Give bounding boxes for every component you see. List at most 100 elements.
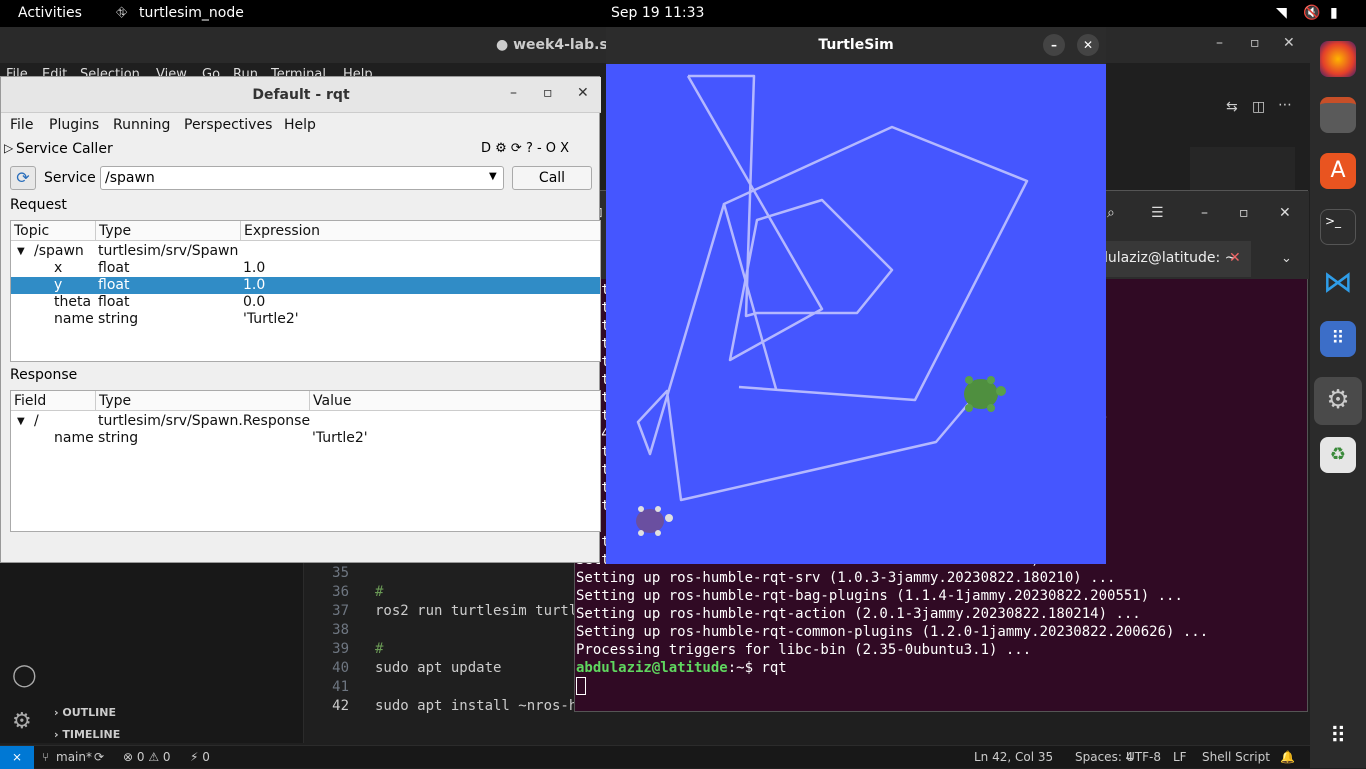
- row-type: float: [98, 294, 130, 310]
- cursor-position[interactable]: Ln 42, Col 35: [974, 750, 1053, 764]
- grid-app-icon[interactable]: ⠿: [1320, 321, 1356, 357]
- table-row[interactable]: name string 'Turtle2': [11, 430, 600, 447]
- rqt-window: Default - rqt – ▫ ✕ File Plugins Running…: [0, 76, 601, 563]
- chevron-down-icon[interactable]: ⌄: [1281, 251, 1292, 266]
- minimize-icon[interactable]: –: [510, 85, 517, 101]
- sync-icon[interactable]: ⟳: [94, 750, 104, 764]
- table-row[interactable]: theta float 0.0: [11, 294, 600, 311]
- prompt-user: abdulaziz@latitude: [576, 660, 728, 676]
- column-header[interactable]: Type: [96, 391, 310, 411]
- activities-button[interactable]: Activities: [18, 5, 82, 21]
- close-icon[interactable]: ✕: [1077, 34, 1099, 56]
- search-icon[interactable]: ⌕: [1107, 205, 1115, 221]
- collapse-icon[interactable]: ▼: [17, 243, 25, 260]
- clock[interactable]: Sep 19 11:33: [611, 5, 704, 21]
- turtle-canvas[interactable]: [606, 64, 1106, 564]
- line-number: 35: [332, 565, 349, 581]
- close-icon[interactable]: ✕: [1279, 205, 1291, 221]
- call-button[interactable]: Call: [512, 166, 592, 190]
- show-apps-icon[interactable]: ⠿: [1320, 719, 1356, 755]
- plugin-controls[interactable]: D ⚙ ⟳ ? - O X: [481, 141, 569, 156]
- remote-icon[interactable]: ⨯: [0, 746, 34, 769]
- more-actions-icon[interactable]: ⋯: [1278, 97, 1292, 113]
- line-number: 39: [332, 641, 349, 657]
- table-row[interactable]: ▼ / turtlesim/srv/Spawn.Response: [11, 413, 600, 430]
- terminal-line: Setting up ros-humble-rqt-action (2.0.1-…: [576, 606, 1141, 622]
- language-status[interactable]: Shell Script: [1202, 750, 1270, 764]
- top-bar: Activities ⛗ turtlesim_node Sep 19 11:33…: [0, 0, 1366, 27]
- terminal-line: Setting up ros-humble-rqt-srv (1.0.3-3ja…: [576, 570, 1116, 586]
- table-row[interactable]: ▼ /spawn turtlesim/srv/Spawn: [11, 243, 600, 260]
- settings-icon[interactable]: ⚙: [1314, 377, 1362, 425]
- maximize-icon[interactable]: ▫: [1250, 35, 1260, 51]
- minimize-icon[interactable]: –: [1201, 205, 1208, 221]
- close-icon[interactable]: ✕: [1283, 35, 1295, 51]
- table-row[interactable]: name string 'Turtle2': [11, 311, 600, 328]
- files-icon[interactable]: [1320, 97, 1356, 133]
- menu-file[interactable]: File: [10, 117, 33, 133]
- terminal-tab[interactable]: dulaziz@latitude: ~ ✕: [1095, 241, 1251, 277]
- terminal-icon[interactable]: >_: [1320, 209, 1356, 245]
- column-header[interactable]: Topic: [11, 221, 96, 241]
- row-topic: y: [54, 277, 63, 293]
- gear-icon[interactable]: ⚙: [12, 709, 32, 734]
- row-expression[interactable]: 'Turtle2': [243, 311, 299, 328]
- app-name[interactable]: turtlesim_node: [139, 5, 244, 21]
- refresh-icon[interactable]: ⟳: [10, 166, 36, 190]
- table-row-selected[interactable]: y float 1.0: [11, 277, 600, 294]
- code-line: sudo apt install ~nros-h: [375, 698, 578, 714]
- source-control-icon[interactable]: ⇆: [1226, 99, 1238, 115]
- volume-icon[interactable]: 🔇: [1303, 5, 1320, 21]
- minimize-icon[interactable]: –: [1216, 35, 1223, 51]
- timeline-section[interactable]: › TIMELINE: [54, 728, 120, 741]
- indent-status[interactable]: Spaces: 4: [1075, 750, 1133, 764]
- turtle2-icon: [636, 506, 673, 536]
- minimize-icon[interactable]: –: [1043, 34, 1065, 56]
- row-expression[interactable]: 0.0: [243, 294, 265, 311]
- row-type: float: [98, 277, 130, 293]
- account-icon[interactable]: ◯: [12, 663, 37, 688]
- row-expression[interactable]: 1.0: [243, 277, 265, 294]
- service-value: /spawn: [105, 170, 155, 186]
- service-dropdown[interactable]: /spawn ▼: [100, 166, 504, 190]
- line-number: 42: [332, 698, 349, 714]
- column-header[interactable]: Type: [96, 221, 241, 241]
- menu-running[interactable]: Running: [113, 117, 170, 133]
- battery-icon[interactable]: ▮: [1330, 5, 1338, 21]
- hamburger-menu-icon[interactable]: ☰: [1151, 205, 1164, 221]
- menu-plugins[interactable]: Plugins: [49, 117, 99, 133]
- close-tab-icon[interactable]: ✕: [1229, 250, 1241, 266]
- eol-status[interactable]: LF: [1173, 750, 1187, 764]
- outline-section[interactable]: › OUTLINE: [54, 706, 116, 719]
- maximize-icon[interactable]: ▫: [543, 85, 553, 101]
- close-icon[interactable]: ✕: [577, 85, 589, 101]
- column-header[interactable]: Value: [310, 391, 600, 411]
- firefox-icon[interactable]: [1320, 41, 1356, 77]
- wifi-icon[interactable]: ◥: [1276, 5, 1287, 21]
- menu-help[interactable]: Help: [284, 117, 316, 133]
- terminal-line: Processing triggers for libc-bin (2.35-0…: [576, 642, 1032, 658]
- menu-perspectives[interactable]: Perspectives: [184, 117, 272, 133]
- maximize-icon[interactable]: ▫: [1239, 205, 1249, 221]
- turtle-trail: [722, 125, 1029, 402]
- column-header[interactable]: Field: [11, 391, 96, 411]
- request-table[interactable]: Topic Type Expression ▼ /spawn turtlesim…: [10, 220, 601, 362]
- row-type: float: [98, 260, 130, 276]
- column-header[interactable]: Expression: [241, 221, 600, 241]
- app-center-icon[interactable]: A: [1320, 153, 1356, 189]
- encoding-status[interactable]: UTF-8: [1126, 750, 1161, 764]
- vscode-icon[interactable]: ⋈: [1320, 265, 1356, 301]
- branch-status[interactable]: main*: [56, 750, 92, 764]
- split-editor-icon[interactable]: ◫: [1252, 99, 1265, 115]
- response-table[interactable]: Field Type Value ▼ / turtlesim/srv/Spawn…: [10, 390, 601, 532]
- problems-status[interactable]: ⊗ 0 ⚠ 0: [123, 750, 171, 764]
- collapse-icon[interactable]: ▼: [17, 413, 25, 430]
- trash-icon[interactable]: ♻: [1320, 437, 1356, 473]
- row-expression[interactable]: 1.0: [243, 260, 265, 277]
- chevron-down-icon: ▼: [489, 171, 497, 182]
- expand-icon[interactable]: ▷: [4, 141, 13, 155]
- table-row[interactable]: x float 1.0: [11, 260, 600, 277]
- ports-status[interactable]: ⚡ 0: [190, 750, 210, 764]
- terminal-line: Setting up ros-humble-rqt-bag-plugins (1…: [576, 588, 1183, 604]
- bell-icon[interactable]: 🔔: [1280, 750, 1295, 764]
